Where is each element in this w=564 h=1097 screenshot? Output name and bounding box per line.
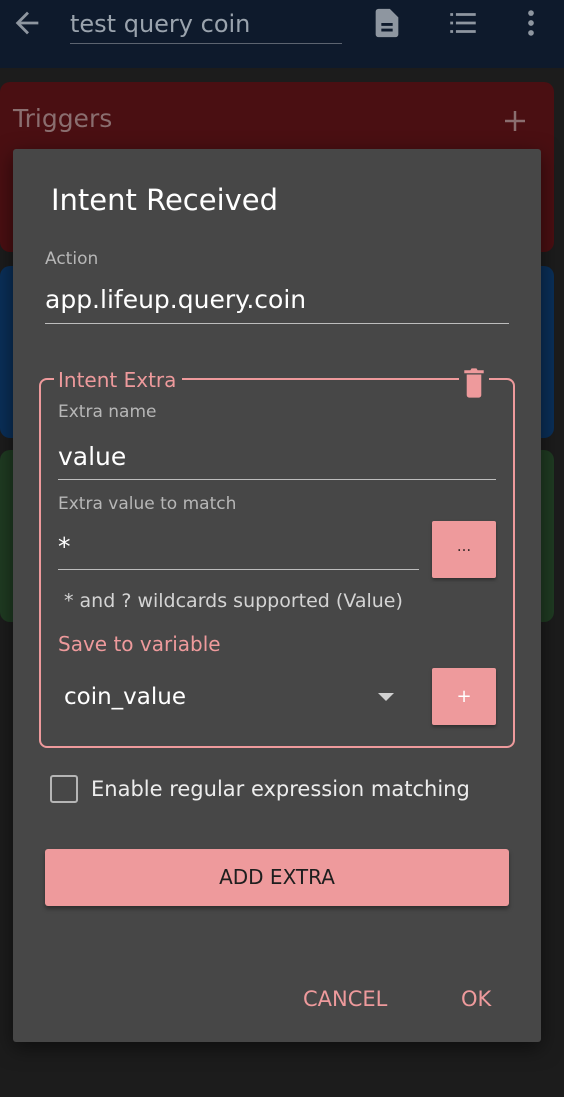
- regex-label: Enable regular expression matching: [91, 777, 470, 801]
- wildcard-hint: * and ? wildcards supported (Value): [64, 590, 403, 612]
- dialog-title: Intent Received: [51, 183, 279, 217]
- extra-value-label: Extra value to match: [58, 494, 237, 514]
- app-bar: test query coin: [0, 0, 564, 68]
- arrow-back-icon[interactable]: [10, 6, 44, 40]
- extra-name-label: Extra name: [58, 402, 157, 422]
- extra-name-underline: [58, 479, 496, 480]
- variable-select[interactable]: coin_value: [64, 684, 186, 710]
- trash-icon[interactable]: [459, 366, 489, 400]
- action-input[interactable]: app.lifeup.query.coin: [45, 285, 306, 314]
- ok-button[interactable]: OK: [461, 987, 491, 1011]
- more-options-button[interactable]: ...: [432, 521, 496, 578]
- add-extra-button[interactable]: ADD EXTRA: [45, 849, 509, 906]
- save-to-variable-label: Save to variable: [58, 632, 221, 656]
- regex-checkbox[interactable]: [50, 775, 78, 803]
- extra-name-input[interactable]: value: [58, 442, 126, 471]
- intent-extra-box: Intent Extra Extra name value Extra valu…: [39, 366, 515, 748]
- intent-received-dialog: Intent Received Action app.lifeup.query.…: [13, 149, 541, 1042]
- dropdown-arrow-icon[interactable]: [377, 692, 395, 702]
- intent-extra-legend: Intent Extra: [54, 368, 183, 392]
- triggers-title: Triggers: [13, 104, 113, 133]
- extra-value-underline: [58, 569, 419, 570]
- action-underline: [45, 323, 509, 324]
- document-icon[interactable]: [370, 6, 404, 40]
- extra-value-input[interactable]: *: [58, 532, 71, 561]
- more-vert-icon[interactable]: [514, 6, 548, 40]
- list-icon[interactable]: [446, 6, 480, 40]
- action-label: Action: [45, 249, 99, 269]
- cancel-button[interactable]: CANCEL: [303, 987, 387, 1011]
- macro-title-input[interactable]: test query coin: [70, 8, 342, 44]
- add-variable-button[interactable]: +: [432, 668, 496, 725]
- plus-icon[interactable]: [500, 106, 530, 136]
